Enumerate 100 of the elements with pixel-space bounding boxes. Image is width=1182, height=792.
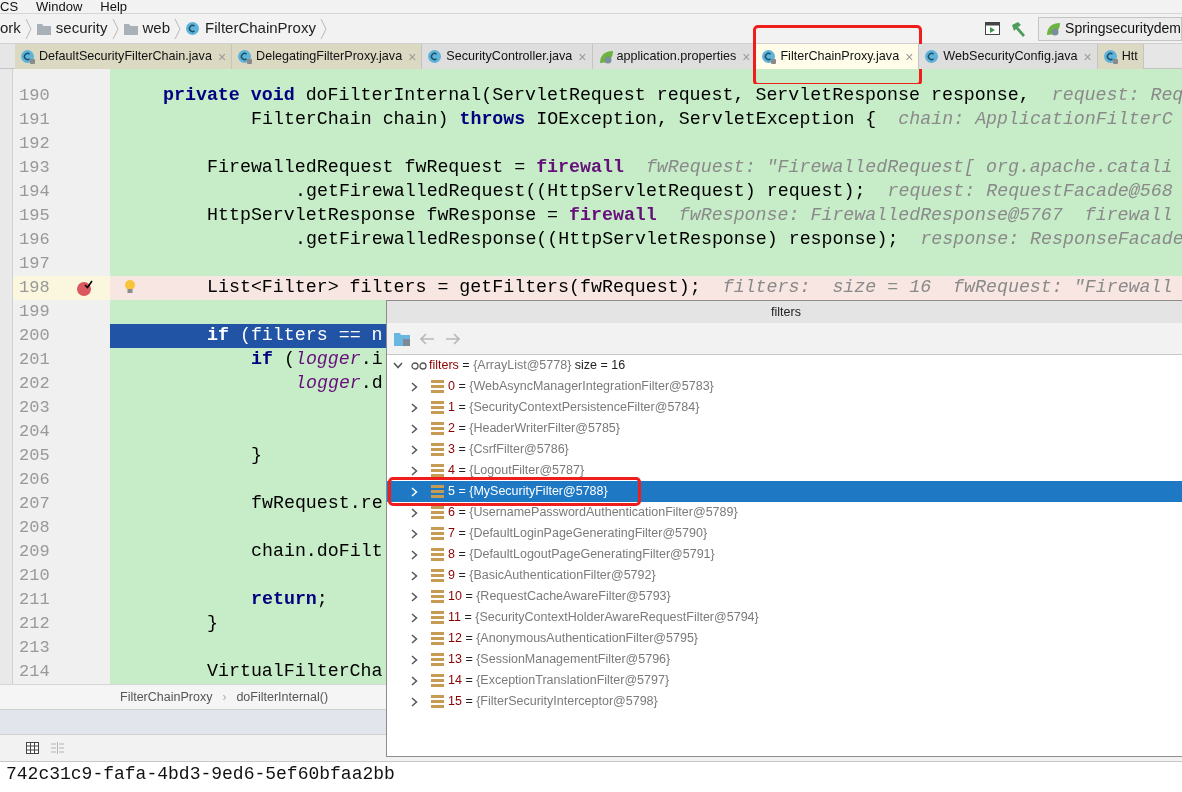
expand-chevron-icon[interactable] <box>411 549 418 560</box>
expand-chevron-icon[interactable] <box>411 675 418 686</box>
tree-item[interactable]: 7 = {DefaultLoginPageGeneratingFilter@5790} <box>387 523 1182 544</box>
expand-chevron-icon[interactable] <box>411 654 418 665</box>
code-breadcrumb-item[interactable]: FilterChainProxy <box>120 687 213 707</box>
tree-item-text: 4 = {LogoutFilter@5787} <box>448 462 585 480</box>
tree-item-text: 13 = {SessionManagementFilter@5796} <box>448 651 671 669</box>
code-breadcrumb-item[interactable]: doFilterInternal() <box>236 687 329 707</box>
line-number: 204 <box>19 421 50 444</box>
tree-item[interactable]: 0 = {WebAsyncManagerIntegrationFilter@5783} <box>387 376 1182 397</box>
expand-chevron-icon[interactable] <box>411 591 418 602</box>
expand-chevron-icon[interactable] <box>411 402 418 413</box>
inline-debug-value: fwRequest: "FirewalledRequest[ org.apache.catali <box>645 156 1173 180</box>
menu-item[interactable]: Window <box>36 0 83 14</box>
tree-item[interactable]: 8 = {DefaultLogoutPageGeneratingFilter@5791} <box>387 544 1182 565</box>
expand-chevron-icon[interactable] <box>411 612 418 623</box>
table-icon[interactable] <box>26 742 39 754</box>
menu-item[interactable]: Help <box>100 0 128 14</box>
line-number: 206 <box>19 469 50 492</box>
class-lock-icon <box>20 48 36 65</box>
list-element-icon <box>431 506 444 519</box>
expand-chevron-icon[interactable] <box>393 362 403 369</box>
tree-item[interactable]: 15 = {FilterSecurityInterceptor@5798} <box>387 691 1182 712</box>
expand-chevron-icon[interactable] <box>411 423 418 434</box>
class-lock-icon <box>761 48 778 65</box>
line-number: 203 <box>19 397 50 420</box>
breadcrumb-item[interactable]: security <box>55 17 108 40</box>
line-number: 192 <box>19 133 50 156</box>
editor-tab[interactable]: DelegatingFilterProxy.java × <box>232 44 423 69</box>
leaf-icon <box>1045 20 1062 37</box>
line-number: 209 <box>19 541 50 564</box>
code-line: } <box>251 444 262 468</box>
code-line: return; <box>251 588 328 612</box>
chevron-icon <box>111 17 119 40</box>
list-element-icon <box>431 590 444 603</box>
editor-tab[interactable]: Htt <box>1097 44 1144 69</box>
tree-item[interactable]: 9 = {BasicAuthenticationFilter@5792} <box>387 565 1182 586</box>
line-number: 200 <box>19 325 50 348</box>
run-window-icon[interactable] <box>985 22 1001 35</box>
tree-item-text: 12 = {AnonymousAuthenticationFilter@5795} <box>448 630 699 648</box>
tree-item[interactable]: 13 = {SessionManagementFilter@5796} <box>387 649 1182 670</box>
editor-tab[interactable]: FilterChainProxy.java × <box>756 44 920 69</box>
expand-chevron-icon[interactable] <box>411 381 418 392</box>
code-line: VirtualFilterCha <box>207 660 383 684</box>
editor-tab[interactable]: SecurityController.java × <box>422 44 593 69</box>
expand-chevron-icon[interactable] <box>411 570 418 581</box>
list-element-icon <box>431 485 444 498</box>
code-line: chain.doFilt <box>251 540 383 564</box>
breadcrumb-item[interactable]: FilterChainProxy <box>205 17 316 40</box>
tree-item[interactable]: 11 = {SecurityContextHolderAwareRequestFilter@5794} <box>387 607 1182 628</box>
list-element-icon <box>431 695 444 708</box>
line-number: 195 <box>19 205 50 228</box>
tree-item[interactable]: 5 = {MySecurityFilter@5788} <box>387 481 1182 502</box>
expand-chevron-icon[interactable] <box>411 507 418 518</box>
list-element-icon <box>431 401 444 414</box>
tree-item-text: 3 = {CsrfFilter@5786} <box>448 441 569 459</box>
line-number: 197 <box>19 253 50 276</box>
expand-chevron-icon[interactable] <box>411 696 418 707</box>
tree-item-text: 11 = {SecurityContextHolderAwareRequestFilter@5794} <box>448 609 759 627</box>
expand-chevron-icon[interactable] <box>411 633 418 644</box>
tree-item-text: 10 = {RequestCacheAwareFilter@5793} <box>448 588 671 606</box>
expand-chevron-icon[interactable] <box>411 465 418 476</box>
tree-item[interactable]: 14 = {ExceptionTranslationFilter@5797} <box>387 670 1182 691</box>
inline-debug-value: request: Req <box>1051 84 1182 108</box>
code-line: .getFirewalledRequest((HttpServletRequest) request); <box>295 180 866 204</box>
tree-item[interactable]: 4 = {LogoutFilter@5787} <box>387 460 1182 481</box>
list-element-icon <box>431 380 444 393</box>
tree-item[interactable]: 2 = {HeaderWriterFilter@5785} <box>387 418 1182 439</box>
list-element-icon <box>431 548 444 561</box>
class-icon <box>924 48 941 65</box>
tree-item-text: 0 = {WebAsyncManagerIntegrationFilter@5783} <box>448 378 714 396</box>
tree-item[interactable]: 6 = {UsernamePasswordAuthenticationFilter@5789} <box>387 502 1182 523</box>
expand-chevron-icon[interactable] <box>411 528 418 539</box>
run-config-selector[interactable]: Springsecuritydem <box>1038 16 1182 41</box>
tree-item[interactable]: 12 = {AnonymousAuthenticationFilter@5795} <box>387 628 1182 649</box>
editor-tab[interactable]: WebSecurityConfig.java × <box>919 44 1098 69</box>
list-element-icon <box>431 611 444 624</box>
code-line: fwRequest.re <box>251 492 383 516</box>
folder-icon <box>122 21 139 36</box>
code-line: List<Filter> filters = getFilters(fwRequest); <box>207 276 701 300</box>
code-line: if (logger.i <box>251 348 383 372</box>
lightbulb-icon[interactable] <box>124 279 136 295</box>
inline-debug-value: response: ResponseFacade <box>920 228 1182 252</box>
tree-item[interactable]: 1 = {SecurityContextPersistenceFilter@5784} <box>387 397 1182 418</box>
breadcrumb-item[interactable]: ork <box>0 17 21 40</box>
tree-item[interactable]: 10 = {RequestCacheAwareFilter@5793} <box>387 586 1182 607</box>
glasses-icon <box>411 361 427 370</box>
line-number: 196 <box>19 229 50 252</box>
chevron-icon <box>24 17 32 40</box>
breakpoint-icon[interactable] <box>76 279 94 297</box>
tree-item-text: 2 = {HeaderWriterFilter@5785} <box>448 420 620 438</box>
expand-chevron-icon[interactable] <box>411 444 418 455</box>
tree-item[interactable]: 3 = {CsrfFilter@5786} <box>387 439 1182 460</box>
tree-item-text: 15 = {FilterSecurityInterceptor@5798} <box>448 693 658 711</box>
editor-tab[interactable]: DefaultSecurityFilterChain.java × <box>15 44 233 69</box>
menu-item[interactable]: CS <box>0 0 19 14</box>
class-lock-icon <box>1102 48 1119 65</box>
folder-icon[interactable] <box>394 331 410 346</box>
breadcrumb-item[interactable]: web <box>142 17 171 40</box>
list-element-icon <box>431 422 444 435</box>
